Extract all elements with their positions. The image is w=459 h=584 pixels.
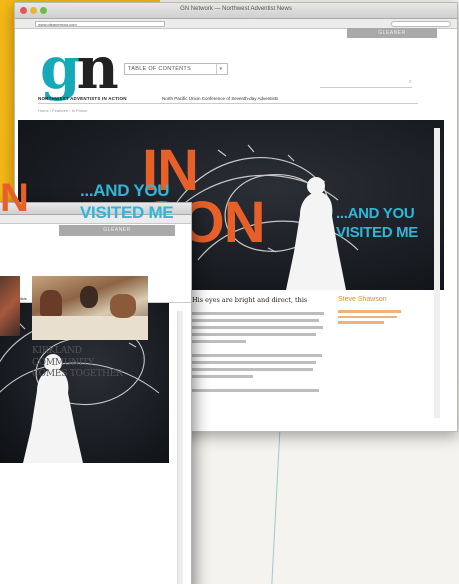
photo-person (40, 290, 62, 316)
dropdown-caret-icon[interactable]: ▾ (216, 64, 225, 74)
article-body-text (190, 312, 330, 396)
site-search-input[interactable]: ⌕ (320, 79, 412, 88)
header-tab[interactable]: GLEANER (347, 28, 437, 38)
sidebar-author-bio (338, 310, 404, 327)
site-subtitle: North Pacific Union Conference of Sevent… (162, 96, 279, 101)
breadcrumb[interactable]: Home › Features › In Prison (38, 108, 87, 113)
header-divider (38, 103, 418, 104)
photo-person (80, 286, 98, 308)
front-window-scrollbar[interactable] (177, 311, 183, 584)
front-hero-headline-large: N (0, 176, 29, 220)
front-browser-window: GLEANER ⌕ day Adventists (0, 202, 192, 584)
back-window-scrollbar[interactable] (434, 128, 440, 418)
story-thumbnail-left[interactable] (0, 276, 20, 336)
browser-search-field[interactable] (391, 21, 451, 27)
search-icon[interactable]: ⌕ (409, 79, 412, 86)
window-titlebar[interactable]: GN Network — Northwest Adventist News (15, 3, 457, 19)
window-title: GN Network — Northwest Adventist News (180, 6, 292, 12)
gn-logo[interactable]: gn (40, 39, 119, 97)
photo-table (32, 316, 148, 340)
sidebar-author-name[interactable]: Steve Shawson (338, 296, 387, 303)
toc-label: TABLE OF CONTENTS (128, 66, 192, 72)
front-header-tab[interactable]: GLEANER (59, 225, 175, 236)
story-thumbnail-kirkland[interactable] (32, 276, 148, 340)
site-tagline: NORTHWEST ADVENTISTS IN ACTION (38, 96, 127, 101)
table-of-contents-select[interactable]: TABLE OF CONTENTS ▾ (124, 63, 228, 75)
article-lead: His eyes are bright and direct, this (192, 296, 308, 304)
story-headline[interactable]: KIRKLAND COMMUNITY COMES TOGETHER (32, 346, 123, 381)
address-bar[interactable]: www.gleanernow.com (35, 21, 165, 27)
hero-headline-subtitle: ...AND YOU VISITED ME (336, 205, 419, 241)
front-hero-headline-subtitle: ...AND YOU VISITED ME (80, 181, 174, 222)
photo-person (110, 294, 136, 318)
